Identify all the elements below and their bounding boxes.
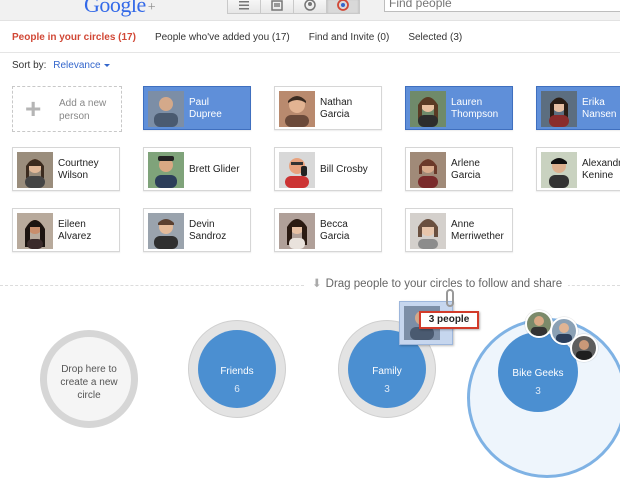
- chevron-down-icon: [103, 63, 110, 67]
- circle-count: 3: [535, 386, 541, 397]
- person-card[interactable]: Bill Crosby: [274, 147, 382, 191]
- tab-people-who-added-you[interactable]: People who've added you (17): [155, 32, 290, 43]
- person-card[interactable]: Nathan Garcia: [274, 86, 382, 130]
- person-name: Arlene Garcia: [451, 158, 481, 181]
- person-card[interactable]: Erika Nansen: [536, 86, 620, 130]
- avatar: [410, 152, 446, 188]
- person-name: Devin Sandroz: [189, 219, 227, 242]
- avatar: [410, 91, 446, 127]
- person-card[interactable]: Brett Glider: [143, 147, 251, 191]
- tabs-divider: [0, 52, 620, 53]
- avatar: [148, 152, 184, 188]
- profile-icon[interactable]: [293, 0, 327, 14]
- person-name: Anne Merriwether: [451, 219, 504, 242]
- circle-tabs: People in your circles (17) People who'v…: [12, 32, 481, 43]
- dragged-people-token[interactable]: 3 people: [399, 289, 511, 345]
- search-input[interactable]: [384, 0, 620, 12]
- circle-name: Friends: [220, 366, 254, 377]
- nav-icons: [227, 0, 360, 14]
- paperclip-icon: [446, 289, 454, 307]
- person-name: Eileen Alvarez: [58, 219, 92, 242]
- arrow-down-icon: ⬇: [312, 278, 322, 290]
- stream-icon[interactable]: [227, 0, 261, 14]
- logo-plus: +: [147, 0, 156, 15]
- plus-icon: +: [25, 93, 42, 124]
- avatar: [541, 152, 577, 188]
- person-name: Brett Glider: [189, 164, 240, 175]
- person-card[interactable]: Paul Dupree: [143, 86, 251, 130]
- new-circle-drop-zone[interactable]: Drop here to create a new circle: [40, 330, 138, 428]
- circles-icon[interactable]: [326, 0, 360, 14]
- sort-bar: Sort by: Relevance: [12, 60, 110, 71]
- drop-circle-label: Drop here to create a new circle: [60, 364, 118, 401]
- person-card[interactable]: Anne Merriwether: [405, 208, 513, 252]
- circle-name: Family: [372, 366, 402, 377]
- person-card[interactable]: Arlene Garcia: [405, 147, 513, 191]
- circle-count: 6: [234, 384, 240, 395]
- avatar: [17, 213, 53, 249]
- tab-selected[interactable]: Selected (3): [408, 32, 462, 43]
- drag-hint: ⬇ Drag people to your circles to follow a…: [306, 276, 569, 290]
- person-name: Nathan Garcia: [320, 97, 353, 120]
- sort-dropdown[interactable]: Relevance: [53, 60, 110, 71]
- avatar: [541, 91, 577, 127]
- avatar: [148, 213, 184, 249]
- circle-member-avatar: [570, 334, 598, 362]
- circle-count: 3: [384, 384, 390, 395]
- person-name: Alexandr Kenine: [582, 158, 620, 181]
- add-new-person-button[interactable]: + Add a new person: [12, 86, 122, 132]
- person-card[interactable]: Courtney Wilson: [12, 147, 120, 191]
- add-person-label: Add a new person: [59, 98, 107, 122]
- person-card[interactable]: Eileen Alvarez: [12, 208, 120, 252]
- person-card[interactable]: Alexandr Kenine: [536, 147, 620, 191]
- selection-count-badge: 3 people: [419, 311, 479, 329]
- person-card[interactable]: Becca Garcia: [274, 208, 382, 252]
- drag-hint-text: Drag people to your circles to follow an…: [325, 278, 563, 290]
- avatar: [279, 213, 315, 249]
- avatar: [279, 91, 315, 127]
- circle-member-avatar: [525, 310, 553, 338]
- person-name: Bill Crosby: [320, 164, 368, 175]
- circle-name: Bike Geeks: [512, 368, 564, 379]
- person-name: Lauren Thompson: [451, 97, 499, 120]
- google-plus-logo[interactable]: Google +: [84, 0, 156, 18]
- person-card[interactable]: Lauren Thompson: [405, 86, 513, 130]
- avatar: [410, 213, 446, 249]
- photos-icon[interactable]: [260, 0, 294, 14]
- sort-value: Relevance: [53, 60, 101, 71]
- circle-friends[interactable]: Friends 6: [188, 320, 286, 418]
- person-name: Erika Nansen: [582, 97, 617, 120]
- tab-people-in-circles[interactable]: People in your circles (17): [12, 32, 136, 43]
- tab-find-and-invite[interactable]: Find and Invite (0): [309, 32, 390, 43]
- avatar: [279, 152, 315, 188]
- person-name: Courtney Wilson: [58, 158, 99, 181]
- circle-friends-inner: Friends 6: [198, 330, 276, 408]
- avatar: [148, 91, 184, 127]
- person-name: Paul Dupree: [189, 97, 222, 120]
- person-card[interactable]: Devin Sandroz: [143, 208, 251, 252]
- sort-label: Sort by:: [12, 60, 47, 71]
- person-name: Becca Garcia: [320, 219, 350, 242]
- top-bar: Google +: [0, 0, 620, 21]
- logo-text: Google: [84, 0, 146, 17]
- avatar: [17, 152, 53, 188]
